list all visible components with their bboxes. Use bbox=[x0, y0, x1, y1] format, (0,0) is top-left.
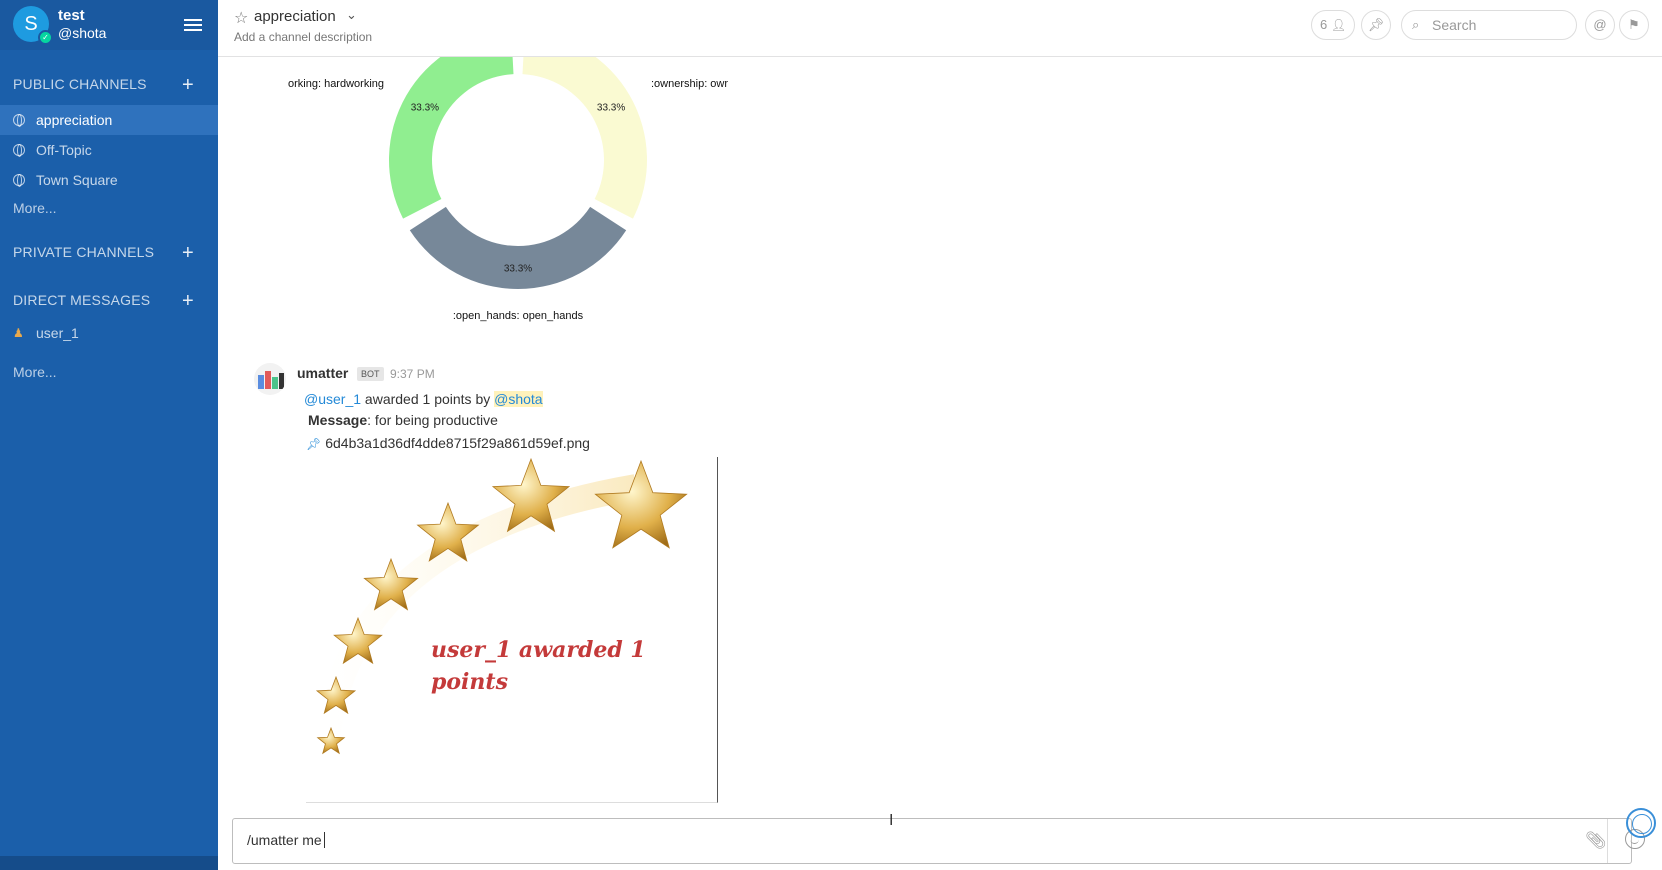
menu-icon[interactable] bbox=[184, 19, 202, 33]
chevron-down-icon[interactable]: ⌄ bbox=[346, 7, 357, 23]
image-award-text: user_1 awarded 1 points bbox=[431, 637, 646, 695]
recent-mentions-button[interactable]: @ bbox=[1585, 10, 1615, 40]
search-icon: ⌕ bbox=[1412, 17, 1420, 32]
pie-slice bbox=[389, 57, 514, 219]
globe-icon bbox=[13, 114, 25, 127]
message-input-value: /umatter me bbox=[247, 832, 322, 848]
award-text: awarded 1 points by bbox=[364, 391, 491, 407]
member-count: 6 bbox=[1320, 17, 1328, 32]
message-input[interactable]: /umatter me bbox=[247, 832, 325, 848]
mention-user-1[interactable]: @user_1 bbox=[304, 391, 361, 407]
message-label: Message bbox=[308, 412, 368, 428]
bot-badge: BOT bbox=[357, 367, 384, 381]
channel-label: Off-Topic bbox=[36, 142, 92, 158]
pie-category-label: :open_hands: open_hands bbox=[453, 310, 584, 322]
paperclip-icon[interactable]: 📎︎ bbox=[1585, 831, 1607, 851]
member-count-button[interactable]: 6 👤︎ bbox=[1311, 10, 1355, 40]
file-link[interactable]: 📌︎ 6d4b3a1d36df4dde8715f29a861d59ef.png bbox=[306, 435, 590, 451]
search-input[interactable] bbox=[1432, 16, 1572, 34]
channel-label: appreciation bbox=[36, 112, 113, 128]
text-cursor-icon: I bbox=[889, 812, 894, 829]
pie-category-label: orking: hardworking bbox=[288, 78, 384, 90]
add-public-channel-button[interactable]: + bbox=[182, 75, 194, 95]
flag-icon[interactable]: ⚑ bbox=[1619, 10, 1649, 40]
channel-description[interactable]: Add a channel description bbox=[234, 30, 372, 44]
public-more-link[interactable]: More... bbox=[13, 200, 57, 216]
sidebar-item-off-topic[interactable]: Off-Topic bbox=[0, 135, 218, 165]
message-line: Message: for being productive bbox=[308, 412, 498, 428]
team-name: test bbox=[58, 7, 85, 24]
current-username: @shota bbox=[58, 25, 107, 41]
message-composer[interactable]: /umatter me 📎︎ bbox=[232, 818, 1645, 864]
pie-category-label: :ownership: owr bbox=[651, 78, 728, 90]
private-channels-title: PRIVATE CHANNELS bbox=[13, 244, 155, 260]
award-line: @user_1 awarded 1 points by @shota bbox=[304, 391, 543, 407]
channel-label: Town Square bbox=[36, 172, 118, 188]
online-status-icon: ✓ bbox=[38, 30, 53, 45]
sidebar-item-user-1[interactable]: ♟ user_1 bbox=[0, 318, 218, 348]
globe-icon bbox=[13, 144, 25, 157]
away-user-icon: ♟ bbox=[13, 326, 24, 340]
star-icon[interactable]: ☆ bbox=[234, 8, 248, 28]
dm-label: user_1 bbox=[36, 325, 79, 341]
post-list: 33.3% 33.3% 33.3% orking: hardworking :owner… bbox=[218, 57, 1662, 810]
members-icon: 👤︎ bbox=[1330, 18, 1347, 32]
pie-value-label: 33.3% bbox=[504, 264, 532, 275]
message-text: : for being productive bbox=[367, 412, 498, 428]
public-channels-title: PUBLIC CHANNELS bbox=[13, 76, 147, 92]
add-private-channel-button[interactable]: + bbox=[182, 243, 194, 263]
sidebar: S ✓ test @shota PUBLIC CHANNELS + apprec… bbox=[0, 0, 218, 870]
pin-icon[interactable]: 📌︎ bbox=[1361, 10, 1391, 40]
pie-value-label: 33.3% bbox=[411, 102, 439, 113]
stars-graphic bbox=[313, 457, 688, 755]
search-box[interactable]: ⌕ bbox=[1401, 10, 1577, 40]
app-root: S ✓ test @shota PUBLIC CHANNELS + apprec… bbox=[0, 0, 1662, 870]
post-username[interactable]: umatter bbox=[297, 365, 348, 381]
globe-icon bbox=[13, 174, 25, 187]
sidebar-footer bbox=[0, 856, 218, 870]
sidebar-item-town-square[interactable]: Town Square bbox=[0, 165, 218, 195]
composer-divider bbox=[1607, 819, 1608, 863]
team-header[interactable]: S ✓ test @shota bbox=[0, 0, 218, 50]
pie-chart: 33.3% 33.3% 33.3% orking: hardworking :owner… bbox=[288, 57, 728, 322]
star-icon bbox=[594, 459, 688, 549]
pie-value-label: 33.3% bbox=[597, 102, 625, 113]
channel-title[interactable]: appreciation bbox=[254, 8, 336, 25]
attachment-image[interactable]: user_1 awarded 1 points bbox=[306, 457, 718, 803]
sidebar-item-appreciation[interactable]: appreciation bbox=[0, 105, 218, 135]
channel-header: ☆ appreciation ⌄ Add a channel descripti… bbox=[218, 0, 1662, 57]
pie-slice bbox=[409, 206, 627, 289]
dm-more-link[interactable]: More... bbox=[13, 364, 57, 380]
file-name: 6d4b3a1d36df4dde8715f29a861d59ef.png bbox=[325, 435, 590, 451]
mention-shota[interactable]: @shota bbox=[494, 391, 543, 407]
add-direct-message-button[interactable]: + bbox=[182, 291, 194, 311]
bot-avatar[interactable] bbox=[254, 363, 286, 395]
loading-spinner-icon bbox=[1626, 808, 1656, 838]
direct-messages-title: DIRECT MESSAGES bbox=[13, 292, 151, 308]
attachment-pin-icon: 📌︎ bbox=[306, 437, 322, 451]
post-timestamp[interactable]: 9:37 PM bbox=[390, 367, 435, 381]
pie-slice bbox=[522, 57, 647, 219]
